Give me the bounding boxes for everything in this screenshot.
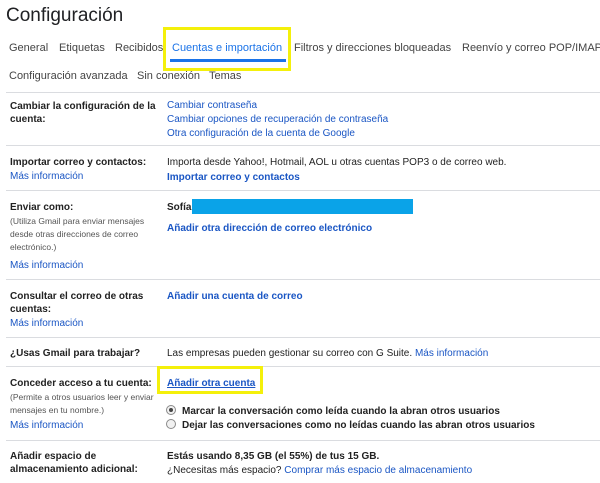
radio-leave-unread[interactable]: Dejar las conversaciones como no leídas … xyxy=(166,419,535,431)
change-account-label: Cambiar la configuración de la cuenta: xyxy=(10,100,156,126)
add-account-highlight-box xyxy=(157,366,263,394)
change-password-link[interactable]: Cambiar contraseña xyxy=(167,99,257,112)
check-mail-label-line-1: Consultar el correo de otras xyxy=(10,291,144,302)
import-description: Importa desde Yahoo!, Hotmail, AOL u otr… xyxy=(167,157,507,168)
radio-selected-icon[interactable] xyxy=(166,405,176,415)
storage-usage: Estás usando 8,35 GB (el 55%) de tus 15 … xyxy=(167,451,380,462)
radio-mark-as-read-label: Marcar la conversación como leída cuando… xyxy=(182,406,500,417)
add-mail-account-link[interactable]: Añadir una cuenta de correo xyxy=(167,290,303,303)
radio-mark-as-read[interactable]: Marcar la conversación como leída cuando… xyxy=(166,405,500,417)
grant-access-description: (Permite a otros usuarios leer y enviar … xyxy=(10,391,154,417)
tab-labels[interactable]: Etiquetas xyxy=(59,42,105,54)
divider xyxy=(6,190,600,191)
work-description-text: Las empresas pueden gestionar su correo … xyxy=(167,348,413,359)
send-as-description-line-1: (Utiliza Gmail para enviar mensajes xyxy=(10,216,145,226)
grant-access-label: Conceder acceso a tu cuenta: xyxy=(10,378,152,389)
divider xyxy=(6,279,600,280)
grant-access-more-info-link[interactable]: Más información xyxy=(10,420,83,431)
check-mail-more-info-link[interactable]: Más información xyxy=(10,318,83,329)
send-as-name: Sofía xyxy=(167,202,192,213)
page-title: Configuración xyxy=(6,5,124,26)
import-mail-contacts-link[interactable]: Importar correo y contactos xyxy=(167,171,300,184)
storage-question: ¿Necesitas más espacio? xyxy=(167,465,282,476)
tab-offline[interactable]: Sin conexión xyxy=(137,70,200,82)
import-label: Importar correo y contactos: xyxy=(10,157,147,168)
settings-tabs-row-2: Configuración avanzada Sin conexión Tema… xyxy=(0,68,600,88)
storage-upsell: ¿Necesitas más espacio? Comprar más espa… xyxy=(167,464,472,477)
tab-highlight-box xyxy=(163,27,291,71)
tab-inbox[interactable]: Recibidos xyxy=(115,42,163,54)
check-mail-label-line-2: cuentas: xyxy=(10,304,52,315)
grant-access-description-line-1: (Permite a otros usuarios leer y enviar xyxy=(10,392,154,402)
grant-access-description-line-2: mensajes en tu nombre.) xyxy=(10,405,105,415)
buy-storage-link[interactable]: Comprar más espacio de almacenamiento xyxy=(284,465,472,476)
change-recovery-options-link[interactable]: Cambiar opciones de recuperación de cont… xyxy=(167,113,388,126)
storage-label-line-1: Añadir espacio de xyxy=(10,451,97,462)
change-account-label-line-1: Cambiar la configuración de la xyxy=(10,101,156,112)
divider xyxy=(6,92,600,93)
divider xyxy=(6,440,600,441)
tab-forwarding-pop-imap[interactable]: Reenvío y correo POP/IMAP xyxy=(462,42,600,54)
send-as-description-line-2: desde otras direcciones de correo xyxy=(10,229,139,239)
settings-tabs-row-1: General Etiquetas Recibidos Cuentas e im… xyxy=(0,40,600,64)
work-more-info-link[interactable]: Más información xyxy=(415,348,488,359)
tab-themes[interactable]: Temas xyxy=(209,70,241,82)
radio-unselected-icon[interactable] xyxy=(166,419,176,429)
import-more-info-link[interactable]: Más información xyxy=(10,171,83,182)
storage-label-line-2: almacenamiento adicional: xyxy=(10,464,138,475)
divider xyxy=(6,145,600,146)
add-email-address-link[interactable]: Añadir otra dirección de correo electrón… xyxy=(167,222,372,235)
change-account-label-line-2: cuenta: xyxy=(10,114,46,125)
divider xyxy=(6,366,600,367)
storage-label: Añadir espacio de almacenamiento adicion… xyxy=(10,450,138,476)
work-description: Las empresas pueden gestionar su correo … xyxy=(167,347,488,360)
divider xyxy=(6,337,600,338)
send-as-description-line-3: electrónico.) xyxy=(10,242,57,252)
tab-advanced[interactable]: Configuración avanzada xyxy=(9,70,128,82)
send-as-more-info-link[interactable]: Más información xyxy=(10,260,83,271)
tab-general[interactable]: General xyxy=(9,42,48,54)
google-account-settings-link[interactable]: Otra configuración de la cuenta de Googl… xyxy=(167,127,355,140)
tab-filters[interactable]: Filtros y direcciones bloqueadas xyxy=(294,42,451,54)
work-label: ¿Usas Gmail para trabajar? xyxy=(10,348,141,359)
send-as-description: (Utiliza Gmail para enviar mensajes desd… xyxy=(10,215,144,254)
redacted-email-block xyxy=(192,199,413,214)
send-as-label: Enviar como: xyxy=(10,202,74,213)
check-mail-label: Consultar el correo de otras cuentas: xyxy=(10,290,143,316)
radio-leave-unread-label: Dejar las conversaciones como no leídas … xyxy=(182,420,535,431)
